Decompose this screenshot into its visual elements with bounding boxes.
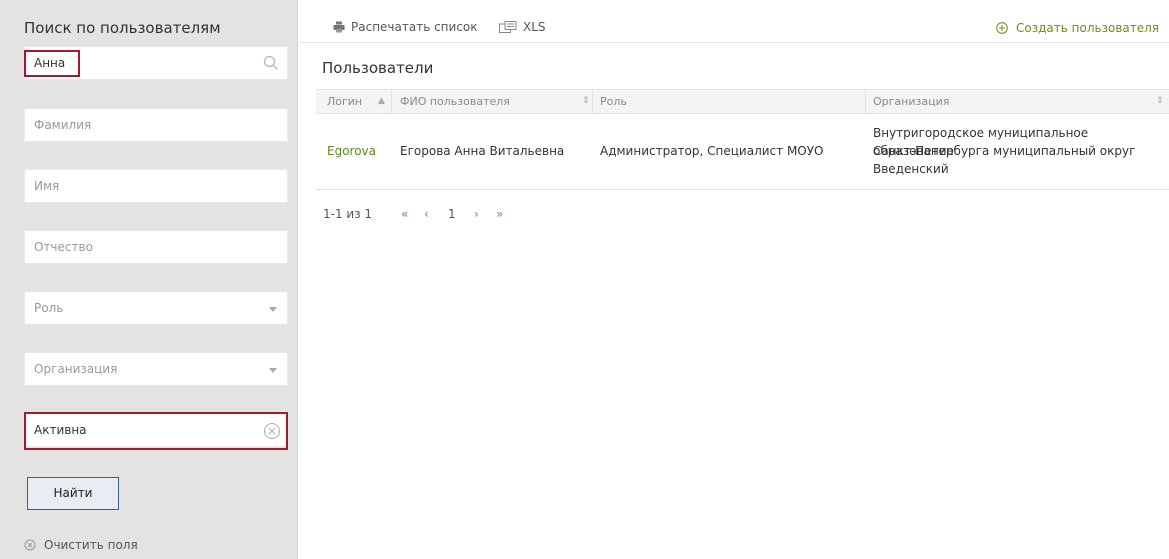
surname-placeholder: Фамилия	[34, 118, 92, 132]
column-header-login[interactable]: Логин	[327, 95, 362, 108]
page-title: Пользователи	[322, 59, 434, 77]
prev-page-icon[interactable]: ‹	[424, 207, 429, 221]
sort-both-icon[interactable]: ⇕	[582, 96, 590, 106]
column-header-role[interactable]: Роль	[600, 95, 627, 108]
print-icon	[333, 21, 345, 33]
sort-asc-icon[interactable]: ▲	[378, 96, 385, 106]
column-divider	[865, 90, 866, 114]
table-row[interactable]: Egorova Егорова Анна Витальевна Админист…	[316, 114, 1169, 190]
find-button[interactable]: Найти	[27, 477, 119, 510]
cell-login[interactable]: Egorova	[327, 142, 376, 160]
current-page[interactable]: 1	[448, 207, 456, 221]
print-list-button[interactable]: Распечатать список	[333, 20, 478, 34]
clear-fields-label: Очистить поля	[44, 538, 138, 552]
cell-organization-line2: Санкт-Петербурга муниципальный округ	[873, 144, 1136, 158]
patronymic-field[interactable]: Отчество	[24, 230, 288, 264]
xls-icon	[499, 21, 517, 33]
organization-select[interactable]: Организация	[24, 352, 288, 386]
table-header: Логин ▲ ФИО пользователя ⇕ Роль Организа…	[316, 89, 1169, 114]
role-select[interactable]: Роль	[24, 291, 288, 325]
cell-role: Администратор, Специалист МОУО	[600, 144, 824, 158]
patronymic-placeholder: Отчество	[34, 240, 93, 254]
column-header-organization[interactable]: Организация	[873, 95, 949, 108]
xls-label: XLS	[523, 20, 546, 34]
pagination-range: 1-1 из 1	[323, 207, 373, 221]
first-page-icon[interactable]: «	[401, 207, 408, 221]
chevron-down-icon	[269, 368, 277, 373]
create-user-label: Создать пользователя	[1016, 21, 1159, 35]
name-field[interactable]: Имя	[24, 169, 288, 203]
column-divider	[391, 90, 392, 114]
sort-both-icon[interactable]: ⇕	[1156, 96, 1164, 106]
clear-fields-link[interactable]: Очистить поля	[24, 538, 138, 552]
clear-circle-icon	[24, 539, 36, 551]
cell-fio: Егорова Анна Витальевна	[400, 144, 565, 158]
name-placeholder: Имя	[34, 179, 60, 193]
plus-circle-icon	[996, 22, 1008, 34]
create-user-button[interactable]: Создать пользователя	[996, 21, 1159, 35]
toolbar: Распечатать список XLS Создать пользоват…	[299, 0, 1169, 43]
chevron-down-icon	[269, 307, 277, 312]
search-value-highlight	[24, 50, 80, 77]
column-header-fio[interactable]: ФИО пользователя	[400, 95, 510, 108]
search-sidebar: Поиск по пользователям Анна Фамилия Имя …	[0, 0, 298, 559]
last-page-icon[interactable]: »	[496, 207, 503, 221]
search-icon[interactable]	[263, 55, 279, 71]
next-page-icon[interactable]: ›	[474, 207, 479, 221]
sidebar-title: Поиск по пользователям	[24, 19, 221, 37]
column-divider	[592, 90, 593, 114]
organization-placeholder: Организация	[34, 362, 118, 376]
xls-export-button[interactable]: XLS	[499, 20, 546, 34]
role-placeholder: Роль	[34, 301, 64, 315]
surname-field[interactable]: Фамилия	[24, 108, 288, 142]
print-list-label: Распечатать список	[351, 20, 478, 34]
status-highlight	[24, 412, 288, 450]
cell-organization-line3: Введенский	[873, 162, 949, 176]
